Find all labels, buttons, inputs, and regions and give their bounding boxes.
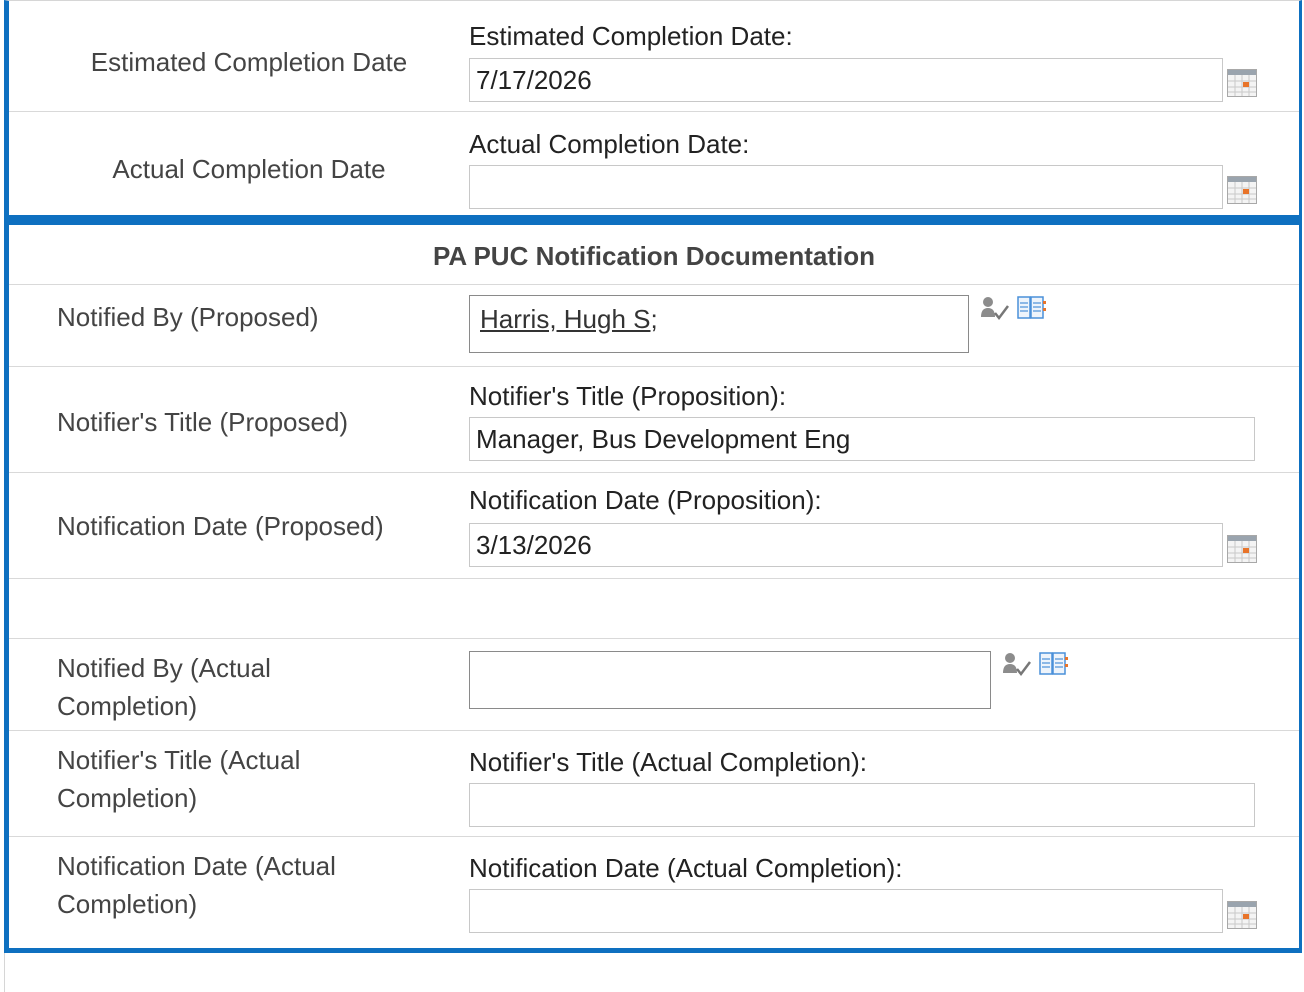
row-label-line: Notification Date (Actual <box>57 851 336 881</box>
row-notification-date-proposed: Notification Date (Proposed) Notificatio… <box>9 473 1299 579</box>
row-label-estimated-completion: Estimated Completion Date <box>90 47 408 77</box>
row-notified-by-proposed: Notified By (Proposed) Harris, Hugh S; <box>9 285 1299 367</box>
field-label-notification-date-actual: Notification Date (Actual Completion): <box>469 853 903 883</box>
actual-completion-date-input[interactable] <box>469 165 1223 209</box>
field-label-notifier-title-proposed: Notifier's Title (Proposition): <box>469 381 787 411</box>
row-notified-by-actual: Notified By (Actual Completion) <box>9 639 1299 731</box>
spacer-row <box>9 579 1299 639</box>
row-label-notifier-title-proposed: Notifier's Title (Proposed) <box>57 407 349 437</box>
row-label-line: Completion) <box>57 691 198 721</box>
row-label-notifier-title-actual: Notifier's Title (Actual Completion) <box>57 741 300 817</box>
pa-puc-notification-section: PA PUC Notification Documentation Notifi… <box>4 220 1302 953</box>
check-names-icon[interactable] <box>1001 651 1033 679</box>
address-book-icon[interactable] <box>1039 651 1069 677</box>
estimated-completion-date-input[interactable]: 7/17/2026 <box>469 58 1223 102</box>
address-book-icon[interactable] <box>1017 295 1047 321</box>
people-picker-actions <box>979 295 1047 323</box>
calendar-icon[interactable] <box>1227 901 1257 929</box>
person-separator: ; <box>650 304 658 334</box>
notifier-title-actual-input[interactable] <box>469 783 1255 827</box>
left-frame-line <box>4 953 5 992</box>
calendar-icon[interactable] <box>1227 69 1257 97</box>
row-label-notified-by-proposed: Notified By (Proposed) <box>57 302 319 332</box>
row-notifier-title-proposed: Notifier's Title (Proposed) Notifier's T… <box>9 367 1299 473</box>
notification-date-actual-input[interactable] <box>469 889 1223 933</box>
row-label-line: Completion) <box>57 889 198 919</box>
row-label-actual-completion: Actual Completion Date <box>112 154 386 184</box>
row-label-line: Completion) <box>57 783 198 813</box>
row-label-line: Notifier's Title (Actual <box>57 745 301 775</box>
check-names-icon[interactable] <box>979 295 1011 323</box>
field-label-notifier-title-actual: Notifier's Title (Actual Completion): <box>469 747 867 777</box>
row-label-line: Notified By (Actual <box>57 653 271 683</box>
field-label-notification-date-proposed: Notification Date (Proposition): <box>469 485 822 515</box>
row-actual-completion: Actual Completion Date Actual Completion… <box>9 112 1299 216</box>
people-picker-actions <box>1001 651 1069 679</box>
calendar-icon[interactable] <box>1227 176 1257 204</box>
field-label-estimated-completion: Estimated Completion Date: <box>469 21 793 51</box>
row-estimated-completion: Estimated Completion Date Estimated Comp… <box>9 1 1299 112</box>
notification-date-proposed-input[interactable]: 3/13/2026 <box>469 523 1223 567</box>
notified-by-proposed-people-picker[interactable]: Harris, Hugh S; <box>469 295 969 353</box>
row-label-notified-by-actual: Notified By (Actual Completion) <box>57 649 271 725</box>
notified-by-actual-people-picker[interactable] <box>469 651 991 709</box>
person-link[interactable]: Harris, Hugh S <box>480 304 651 334</box>
calendar-icon[interactable] <box>1227 535 1257 563</box>
row-notification-date-actual: Notification Date (Actual Completion) No… <box>9 837 1299 948</box>
row-notifier-title-actual: Notifier's Title (Actual Completion) Not… <box>9 731 1299 837</box>
field-label-actual-completion: Actual Completion Date: <box>469 129 750 159</box>
section-header-row: PA PUC Notification Documentation <box>9 225 1299 285</box>
completion-dates-section: Estimated Completion Date Estimated Comp… <box>4 0 1302 220</box>
section-title: PA PUC Notification Documentation <box>433 241 875 271</box>
row-label-notification-date-actual: Notification Date (Actual Completion) <box>57 847 336 923</box>
notifier-title-proposed-input[interactable]: Manager, Bus Development Eng <box>469 417 1255 461</box>
row-label-notification-date-proposed: Notification Date (Proposed) <box>57 511 384 541</box>
